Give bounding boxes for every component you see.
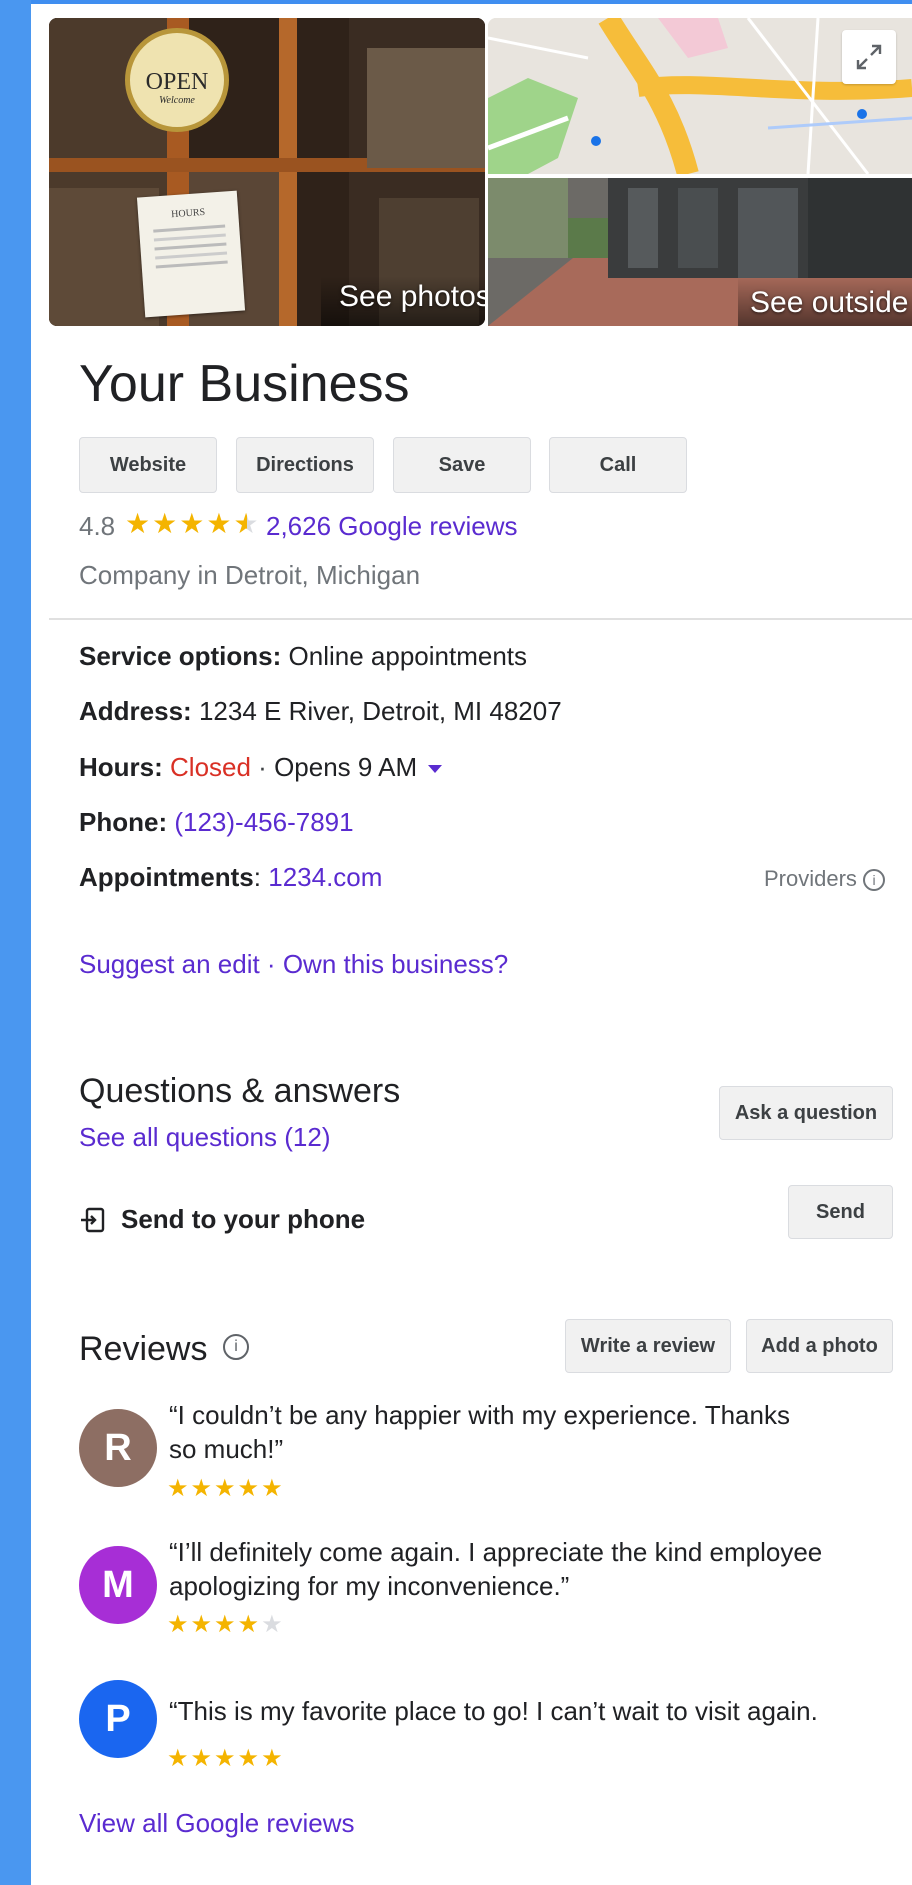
- send-button[interactable]: Send: [788, 1185, 893, 1239]
- see-outside-label: See outside: [750, 286, 909, 319]
- avatar: M: [79, 1546, 157, 1624]
- expand-map-button[interactable]: [842, 30, 896, 84]
- hours-card-title: HOURS: [170, 206, 206, 221]
- address-value[interactable]: 1234 E River, Detroit, MI 48207: [199, 696, 562, 726]
- google-reviews-link[interactable]: 2,626 Google reviews: [266, 511, 517, 542]
- directions-button[interactable]: Directions: [236, 437, 374, 493]
- appointments-link[interactable]: 1234.com: [268, 862, 382, 892]
- review-text-line: “I’ll definitely come again. I appreciat…: [169, 1537, 823, 1567]
- phone-link[interactable]: (123)-456-7891: [174, 807, 353, 837]
- info-icon[interactable]: i: [223, 1334, 249, 1360]
- ask-question-button[interactable]: Ask a question: [719, 1086, 893, 1140]
- write-review-button[interactable]: Write a review: [565, 1319, 731, 1373]
- star-icon: ★: [179, 508, 207, 539]
- half-star-icon: ★: [233, 508, 261, 539]
- appointments-row: Appointments: 1234.com: [79, 862, 382, 893]
- see-all-questions-link[interactable]: See all questions (12): [79, 1122, 330, 1153]
- hours-card: HOURS: [136, 190, 246, 318]
- see-photos-label: See photos: [339, 280, 485, 313]
- review-text-line: “I couldn’t be any happier with my exper…: [169, 1400, 790, 1430]
- phone-label: Phone:: [79, 807, 168, 837]
- reviews-title: Reviews: [79, 1330, 208, 1368]
- hours-separator: ·: [250, 752, 275, 782]
- open-sign-subtext: Welcome: [159, 95, 195, 106]
- address-row: Address: 1234 E River, Detroit, MI 48207: [79, 696, 562, 727]
- hours-status: Closed: [170, 752, 251, 782]
- edit-separator: ·: [259, 949, 283, 979]
- review-text: “I’ll definitely come again. I appreciat…: [169, 1535, 822, 1603]
- address-label: Address:: [79, 696, 192, 726]
- review-text-line: “This is my favorite place to go! I can’…: [169, 1696, 818, 1726]
- hours-row: Hours: Closed · Opens 9 AM: [79, 752, 443, 783]
- view-all-reviews-link[interactable]: View all Google reviews: [79, 1808, 355, 1839]
- main-photo[interactable]: OPEN Welcome HOURS See photos: [49, 18, 485, 326]
- outside-photo[interactable]: See outside: [488, 178, 912, 326]
- service-options-label: Service options:: [79, 641, 282, 671]
- business-category: Company in Detroit, Michigan: [79, 560, 421, 590]
- review-stars: ★★★★★: [167, 1611, 285, 1638]
- open-sign: OPEN Welcome: [125, 28, 229, 132]
- expand-icon: [856, 44, 882, 70]
- call-button[interactable]: Call: [549, 437, 687, 493]
- providers-label: Providers: [764, 866, 857, 891]
- star-icon: ★: [152, 508, 180, 539]
- star-icon: ★: [125, 508, 153, 539]
- star-icon: ★: [206, 508, 234, 539]
- phone-row: Phone: (123)-456-7891: [79, 807, 354, 838]
- own-business-link[interactable]: Own this business?: [283, 949, 508, 979]
- review-text: “I couldn’t be any happier with my exper…: [169, 1398, 790, 1466]
- add-photo-button[interactable]: Add a photo: [746, 1319, 893, 1373]
- appointments-label: Appointments: [79, 862, 254, 892]
- qa-title: Questions & answers: [79, 1072, 401, 1110]
- business-name: Your Business: [79, 355, 410, 413]
- open-sign-text: OPEN: [145, 69, 209, 95]
- review-text: “This is my favorite place to go! I can’…: [169, 1694, 818, 1728]
- service-options-value: Online appointments: [288, 641, 527, 671]
- caret-down-icon[interactable]: [428, 765, 443, 774]
- review-stars: ★★★★★: [167, 1475, 285, 1502]
- website-button[interactable]: Website: [79, 437, 217, 493]
- service-options-row: Service options: Online appointments: [79, 641, 527, 672]
- avatar: R: [79, 1409, 157, 1487]
- avatar: P: [79, 1680, 157, 1758]
- review-text-line: apologizing for my inconvenience.”: [169, 1571, 570, 1601]
- send-to-phone-label: Send to your phone: [121, 1204, 366, 1234]
- providers-row[interactable]: Providers i: [764, 866, 886, 892]
- suggest-edit-link[interactable]: Suggest an edit: [79, 949, 260, 979]
- review-text-line: so much!”: [169, 1434, 284, 1464]
- divider: [49, 618, 912, 620]
- map-thumbnail[interactable]: [488, 18, 912, 174]
- knowledge-panel: OPEN Welcome HOURS See photos See outsid…: [31, 0, 912, 1885]
- send-to-phone-icon: [79, 1206, 107, 1239]
- rating-value: 4.8: [79, 511, 116, 541]
- appointments-colon: :: [253, 862, 261, 892]
- save-button[interactable]: Save: [393, 437, 531, 493]
- rating-stars: ★★★★★: [125, 507, 261, 540]
- review-stars: ★★★★★: [167, 1745, 285, 1772]
- hours-opens[interactable]: Opens 9 AM: [274, 752, 417, 782]
- edit-links-row: Suggest an edit · Own this business?: [79, 949, 508, 980]
- hours-label: Hours:: [79, 752, 163, 782]
- info-icon: i: [863, 869, 886, 892]
